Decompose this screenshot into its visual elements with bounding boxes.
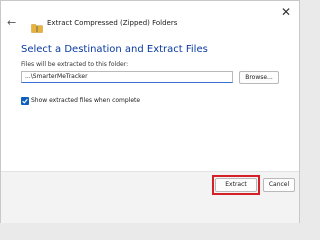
destination-path-input[interactable]: ...\SmarterMeTracker — [21, 71, 233, 83]
dialog-title: Extract Compressed (Zipped) Folders — [47, 19, 178, 27]
checkmark-icon — [22, 98, 28, 104]
show-files-checkbox-label: Show extracted files when complete — [31, 97, 141, 104]
destination-label: Files will be extracted to this folder: — [21, 61, 129, 68]
browse-button[interactable]: Browse... — [239, 71, 279, 84]
close-icon[interactable]: ✕ — [279, 5, 293, 19]
extract-dialog-window: ✕ ← Extract Compressed (Zipped) Folders … — [0, 0, 300, 223]
cancel-button[interactable]: Cancel — [263, 178, 295, 192]
page-heading: Select a Destination and Extract Files — [21, 44, 208, 55]
extract-button[interactable]: Extract — [215, 178, 257, 192]
zip-folder-icon — [31, 18, 43, 33]
back-arrow-icon[interactable]: ← — [7, 17, 19, 29]
show-files-checkbox[interactable] — [21, 97, 29, 105]
